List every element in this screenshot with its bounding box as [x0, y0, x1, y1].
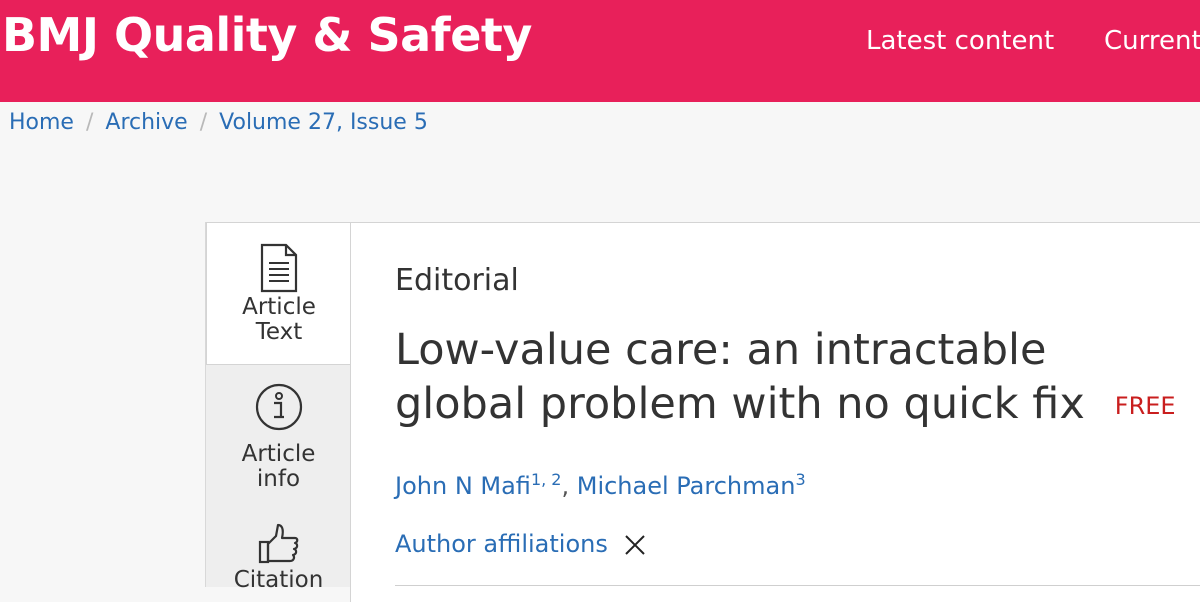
document-icon: [260, 243, 298, 293]
article-tabs: Article Text Article info Citation: [205, 222, 351, 593]
tab-label: Citation: [233, 567, 324, 593]
breadcrumb-home[interactable]: Home: [9, 110, 74, 135]
close-icon[interactable]: [624, 534, 646, 556]
breadcrumb-archive[interactable]: Archive: [105, 110, 187, 135]
nav-latest-content[interactable]: Latest content: [866, 26, 1054, 56]
article-title: Low-value care: an intractable global pr…: [395, 323, 1185, 433]
thumbs-up-icon: [258, 523, 298, 564]
nav-current[interactable]: Current: [1104, 26, 1200, 56]
author-affiliations-toggle[interactable]: Author affiliations: [395, 530, 646, 558]
journal-logo[interactable]: BMJ Quality & Safety: [2, 8, 532, 62]
author-list: John N Mafi1, 2, Michael Parchman3: [395, 470, 806, 500]
divider: [395, 585, 1200, 586]
article-header: Editorial Low-value care: an intractable…: [350, 222, 1200, 602]
author-link[interactable]: John N Mafi: [395, 472, 531, 500]
article-type: Editorial: [395, 263, 519, 298]
site-header: BMJ Quality & Safety Latest content Curr…: [0, 0, 1200, 102]
author-affiliation-refs[interactable]: 1, 2: [531, 470, 562, 489]
author-separator: ,: [561, 472, 577, 500]
tab-label: Article: [242, 294, 316, 320]
tab-label: Text: [255, 319, 303, 345]
free-access-badge: FREE: [1114, 392, 1176, 420]
breadcrumb-separator: /: [199, 110, 208, 135]
author-affiliations-label: Author affiliations: [395, 530, 608, 558]
tab-article-info[interactable]: Article info: [206, 372, 351, 502]
author-affiliation-refs[interactable]: 3: [795, 470, 805, 489]
article-title-text: Low-value care: an intractable global pr…: [395, 325, 1085, 429]
breadcrumb-separator: /: [85, 110, 94, 135]
info-icon: [255, 383, 302, 431]
tab-citation[interactable]: Citation: [206, 512, 351, 593]
author-link[interactable]: Michael Parchman: [577, 472, 796, 500]
tab-article-text[interactable]: Article Text: [206, 222, 351, 365]
breadcrumb: Home / Archive / Volume 27, Issue 5: [9, 110, 428, 135]
breadcrumb-issue[interactable]: Volume 27, Issue 5: [219, 110, 428, 135]
tab-label: Article: [241, 441, 316, 467]
tab-label: info: [256, 466, 301, 492]
